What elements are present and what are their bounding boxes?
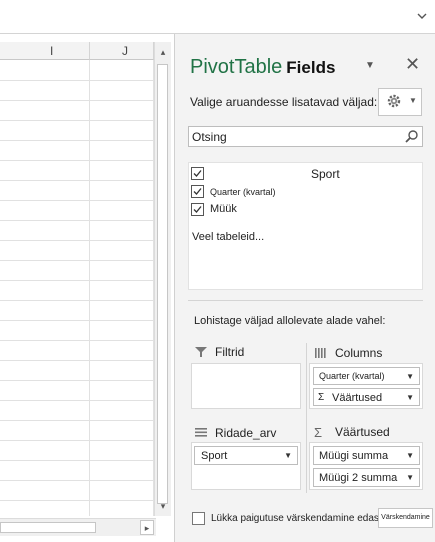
filter-icon [195,347,207,357]
update-button[interactable]: Värskendamine [378,508,433,528]
grid-line [0,200,154,201]
divider [306,343,307,493]
rows-area-label: Ridade_arv [215,426,277,440]
grid-line [0,460,154,461]
gear-icon [387,94,401,108]
grid-line [0,500,154,501]
grid-line [89,60,90,516]
grid-line [0,380,154,381]
choose-fields-label: Valige aruandesse lisatavad väljad: [190,95,378,109]
columns-icon [315,348,326,358]
field-list-header: Sport [311,167,340,181]
pill-label: Sport [201,450,228,462]
pill-label: Müügi summa [319,450,389,462]
values-field-pill[interactable]: Müügi 2 summa ▼ [313,468,420,487]
grid-line [0,420,154,421]
pane-title-fields: Fields [286,58,336,77]
chevron-down-icon[interactable] [415,8,429,24]
tools-button[interactable]: ▼ [378,88,422,116]
pane-title: PivotTable Fields [190,56,335,79]
field-checkbox[interactable] [191,185,204,198]
chevron-down-icon[interactable]: ▼ [406,451,414,460]
areas-instruction-label: Lohistage väljad allolevate alade vahel: [194,315,386,327]
search-input[interactable]: Otsing [188,126,423,147]
sigma-icon: Σ [314,425,323,440]
filters-area-label: Filtrid [215,345,245,359]
defer-update-label: Lükka paigutuse värskendamine edasi [211,513,382,524]
cell-grid[interactable] [0,60,154,516]
formula-bar [0,0,435,34]
grid-line [0,220,154,221]
more-tables-link[interactable]: Veel tabeleid... [192,231,264,243]
grid-line [0,120,154,121]
horizontal-scroll-thumb[interactable] [0,522,96,533]
chevron-down-icon[interactable]: ▼ [406,393,414,402]
pivottable-fields-pane: PivotTable Fields ▼ ✕ Valige aruandesse l… [174,34,435,542]
grid-line [0,440,154,441]
grid-line [0,100,154,101]
checkmark-icon [193,206,202,213]
column-header-i-label: I [50,44,54,58]
vertical-scroll-thumb[interactable] [157,64,168,504]
grid-line [0,280,154,281]
values-area-label: Väärtused [335,425,390,439]
pane-title-pivottable: PivotTable [190,56,283,78]
checkmark-icon [193,188,202,195]
chevron-down-icon[interactable]: ▼ [284,451,292,460]
scroll-right-arrow-icon[interactable]: ▸ [140,520,154,535]
chevron-down-icon[interactable]: ▼ [406,473,414,482]
columns-area-label: Columns [335,346,383,360]
rows-icon [195,428,207,437]
grid-line [0,180,154,181]
pill-label: Väärtused [332,392,383,404]
field-label: Quarter (kvartal) [210,187,276,197]
defer-update-checkbox[interactable] [192,512,205,525]
field-checkbox[interactable] [191,203,204,216]
search-text: Otsing [192,130,227,144]
grid-line [0,400,154,401]
grid-line [0,160,154,161]
columns-drop-area[interactable]: Quarter (kvartal) ▼ Σ Väärtused ▼ [309,363,423,409]
values-field-pill[interactable]: Müügi summa ▼ [313,446,420,465]
grid-line [0,140,154,141]
search-icon[interactable] [404,129,419,144]
column-header-j[interactable]: J [90,42,154,60]
field-list: Sport Quarter (kvartal) Müük Veel tabele… [188,162,423,290]
field-checkbox[interactable] [191,167,204,180]
pill-label: Quarter (kvartal) [319,371,385,381]
vertical-scrollbar[interactable]: ▴ ▾ [154,42,171,516]
rows-drop-area[interactable]: Sport ▼ [191,442,301,490]
pill-label: Müügi 2 summa [319,472,398,484]
grid-line [0,80,154,81]
scroll-up-arrow-icon[interactable]: ▴ [155,44,171,60]
grid-line [0,300,154,301]
grid-line [0,340,154,341]
grid-line [0,320,154,321]
columns-field-pill[interactable]: Quarter (kvartal) ▼ [313,367,420,385]
grid-line [0,360,154,361]
column-header-j-label: J [122,44,128,58]
scroll-down-arrow-icon[interactable]: ▾ [155,498,171,514]
columns-field-pill[interactable]: Σ Väärtused ▼ [313,388,420,406]
horizontal-scrollbar[interactable]: ▸ [0,518,156,536]
field-label: Müük [210,203,237,215]
column-header-i[interactable]: I [0,42,90,60]
sigma-icon: Σ [318,392,325,403]
rows-field-pill[interactable]: Sport ▼ [194,446,298,465]
chevron-down-icon[interactable]: ▼ [406,372,414,381]
close-icon[interactable]: ✕ [405,54,420,75]
checkmark-icon [193,170,202,177]
grid-line [0,480,154,481]
chevron-down-icon: ▼ [409,96,417,105]
grid-line [0,260,154,261]
worksheet: I J ▴ ▾ ▸ [0,34,174,542]
pane-options-menu-icon[interactable]: ▼ [365,60,375,71]
divider [188,300,423,301]
grid-line [0,240,154,241]
values-drop-area[interactable]: Müügi summa ▼ Müügi 2 summa ▼ [309,442,423,490]
filters-drop-area[interactable] [191,363,301,409]
